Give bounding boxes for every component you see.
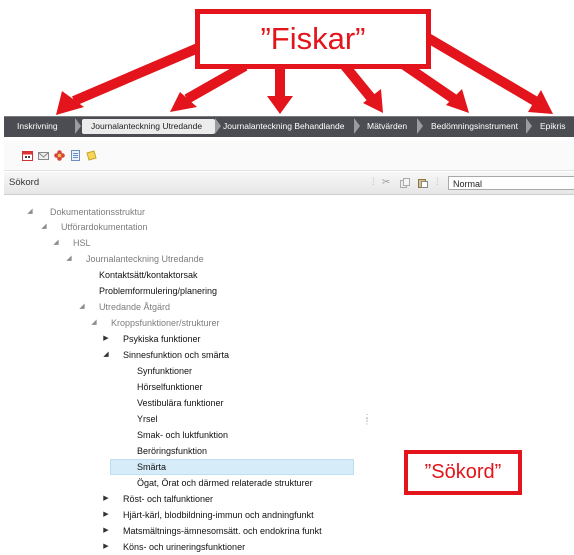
note-icon[interactable] — [86, 150, 97, 161]
crumb-journalanteckning-behandlande[interactable]: Journalanteckning Behandlande — [214, 119, 359, 134]
crumb-inskrivning[interactable]: Inskrivning — [8, 119, 78, 134]
crumb-bedomningsinstrument[interactable]: Bedömningsinstrument — [422, 119, 532, 134]
collapse-arrow-icon[interactable]: ◢ — [90, 316, 98, 330]
collapse-arrow-icon[interactable]: ◢ — [40, 220, 48, 234]
tree-node-label: Psykiska funktioner — [123, 334, 201, 344]
tree-node-label: Yrsel — [137, 414, 158, 424]
fiskar-callout: ”Fiskar” — [195, 9, 431, 69]
crumb-matvarden[interactable]: Mätvärden — [358, 119, 423, 134]
editor-pane: ⁞ ✂ ⁞ Normal ⋮ ⋮ — [363, 172, 574, 555]
tree-node-label: Kontaktsätt/kontaktorsak — [99, 270, 198, 280]
grip-icon: ⁞ — [372, 177, 375, 188]
tree-node-label: Hörselfunktioner — [137, 382, 203, 392]
tree-node[interactable]: ▶ Köns- och urineringsfunktioner — [4, 540, 366, 554]
tree-node-label: Smak- och luktfunktion — [137, 430, 229, 440]
arrow-to-epikris — [425, 33, 538, 106]
tree-node[interactable]: Yrsel — [4, 412, 366, 426]
tree-node[interactable]: Hörselfunktioner — [4, 380, 366, 394]
collapse-arrow-icon[interactable]: ◢ — [52, 236, 60, 250]
tree-node-label: Vestibulära funktioner — [137, 398, 224, 408]
breadcrumb: Inskrivning Journalanteckning Utredande … — [4, 116, 574, 137]
tree-node[interactable]: Smak- och luktfunktion — [4, 428, 366, 442]
tree-node-selected[interactable]: Smärta — [110, 459, 354, 475]
tree-node[interactable]: Problemformulering/planering — [4, 284, 366, 298]
tree-node-label: Journalanteckning Utredande — [86, 254, 204, 264]
expand-arrow-icon[interactable]: ▶ — [102, 540, 110, 554]
crumb-separator — [75, 118, 81, 134]
tree-node[interactable]: ◢ Utförardokumentation — [4, 220, 366, 234]
toolbar — [4, 141, 574, 171]
collapse-arrow-icon[interactable]: ◢ — [65, 252, 73, 266]
mail-icon[interactable] — [38, 150, 49, 161]
expand-arrow-icon[interactable]: ▶ — [102, 332, 110, 346]
editor-toolbar: ⁞ ✂ ⁞ Normal — [366, 172, 574, 195]
collapse-arrow-icon[interactable]: ◢ — [102, 348, 110, 362]
calendar-icon[interactable] — [22, 150, 33, 161]
arrow-to-inskrivning — [72, 40, 207, 106]
collapse-arrow-icon[interactable]: ◢ — [78, 300, 86, 314]
expand-arrow-icon[interactable]: ▶ — [102, 524, 110, 538]
tree-node-label: Beröringsfunktion — [137, 446, 208, 456]
tree-node[interactable]: ◢ Sinnesfunktion och smärta — [4, 348, 366, 362]
tree-node-label: Sinnesfunktion och smärta — [123, 350, 230, 360]
tree-node-label: Dokumentationsstruktur — [50, 207, 146, 217]
pane-title: Sökord — [9, 177, 40, 188]
expand-arrow-icon[interactable]: ▶ — [102, 492, 110, 506]
expand-arrow-icon[interactable]: ▶ — [102, 508, 110, 522]
tree-node-label: Hjärt-kärl, blodbildning-immun och andni… — [123, 510, 314, 520]
flower-icon[interactable] — [54, 150, 65, 161]
tree-node[interactable]: ◢ HSL — [4, 236, 366, 250]
tree-node-label: Utförardokumentation — [61, 222, 148, 232]
tree-node[interactable]: ▶ Matsmältnings-ämnesomsätt. och endokri… — [4, 524, 366, 538]
tree-node-label: Ögat, Örat och därmed relaterade struktu… — [137, 478, 313, 488]
tree-node-label: Köns- och urineringsfunktioner — [123, 542, 246, 552]
separator-icon: ⁞ — [436, 177, 439, 188]
sokord-pane: Sökord ◢ Dokumentationsstruktur ◢ Utföra… — [4, 172, 367, 555]
tree-node[interactable]: ◢ Journalanteckning Utredande — [4, 252, 366, 266]
tree-node[interactable]: ◢ Dokumentationsstruktur — [4, 205, 366, 219]
pane-splitter-handle[interactable]: ⋮ ⋮ — [363, 414, 371, 430]
collapse-arrow-icon[interactable]: ◢ — [26, 205, 34, 219]
tree-node[interactable]: Ögat, Örat och därmed relaterade struktu… — [4, 476, 366, 490]
tree-node[interactable]: Vestibulära funktioner — [4, 396, 366, 410]
tree-node-label: Röst- och talfunktioner — [123, 494, 214, 504]
tree-node-label: Kroppsfunktioner/strukturer — [111, 318, 220, 328]
tree-node-label: Matsmältnings-ämnesomsätt. och endokrina… — [123, 526, 322, 536]
tree-node[interactable]: ◢ Utredande Åtgärd — [4, 300, 366, 314]
paragraph-style-select[interactable]: Normal — [448, 176, 574, 190]
document-icon[interactable] — [70, 150, 81, 161]
tree-node-label: Problemformulering/planering — [99, 286, 218, 296]
tree-node-label: Synfunktioner — [137, 366, 193, 376]
tree-node-label: Smärta — [137, 462, 167, 472]
tree-node[interactable]: ▶ Psykiska funktioner — [4, 332, 366, 346]
tree-node[interactable]: ◢ Kroppsfunktioner/strukturer — [4, 316, 366, 330]
tree-node-label: HSL — [73, 238, 91, 248]
sokord-pane-header: Sökord — [4, 172, 366, 195]
tree-node[interactable]: Beröringsfunktion — [4, 444, 366, 458]
tree-node[interactable]: Kontaktsätt/kontaktorsak — [4, 268, 366, 282]
crumb-journalanteckning-utredande[interactable]: Journalanteckning Utredande — [82, 119, 215, 134]
tree-node-label: Utredande Åtgärd — [99, 302, 171, 312]
tree-node[interactable]: Synfunktioner — [4, 364, 366, 378]
tree-node[interactable]: ▶ Röst- och talfunktioner — [4, 492, 366, 506]
arrow-to-utredande — [184, 61, 248, 104]
copy-icon[interactable] — [400, 178, 410, 188]
paste-icon[interactable] — [418, 178, 428, 188]
cut-icon[interactable]: ✂ — [382, 178, 392, 188]
arrow-to-matvarden — [341, 62, 376, 103]
sokord-callout: ”Sökord” — [404, 450, 522, 495]
tree-node[interactable]: ▶ Hjärt-kärl, blodbildning-immun och and… — [4, 508, 366, 522]
crumb-epikris[interactable]: Epikris — [531, 119, 574, 134]
